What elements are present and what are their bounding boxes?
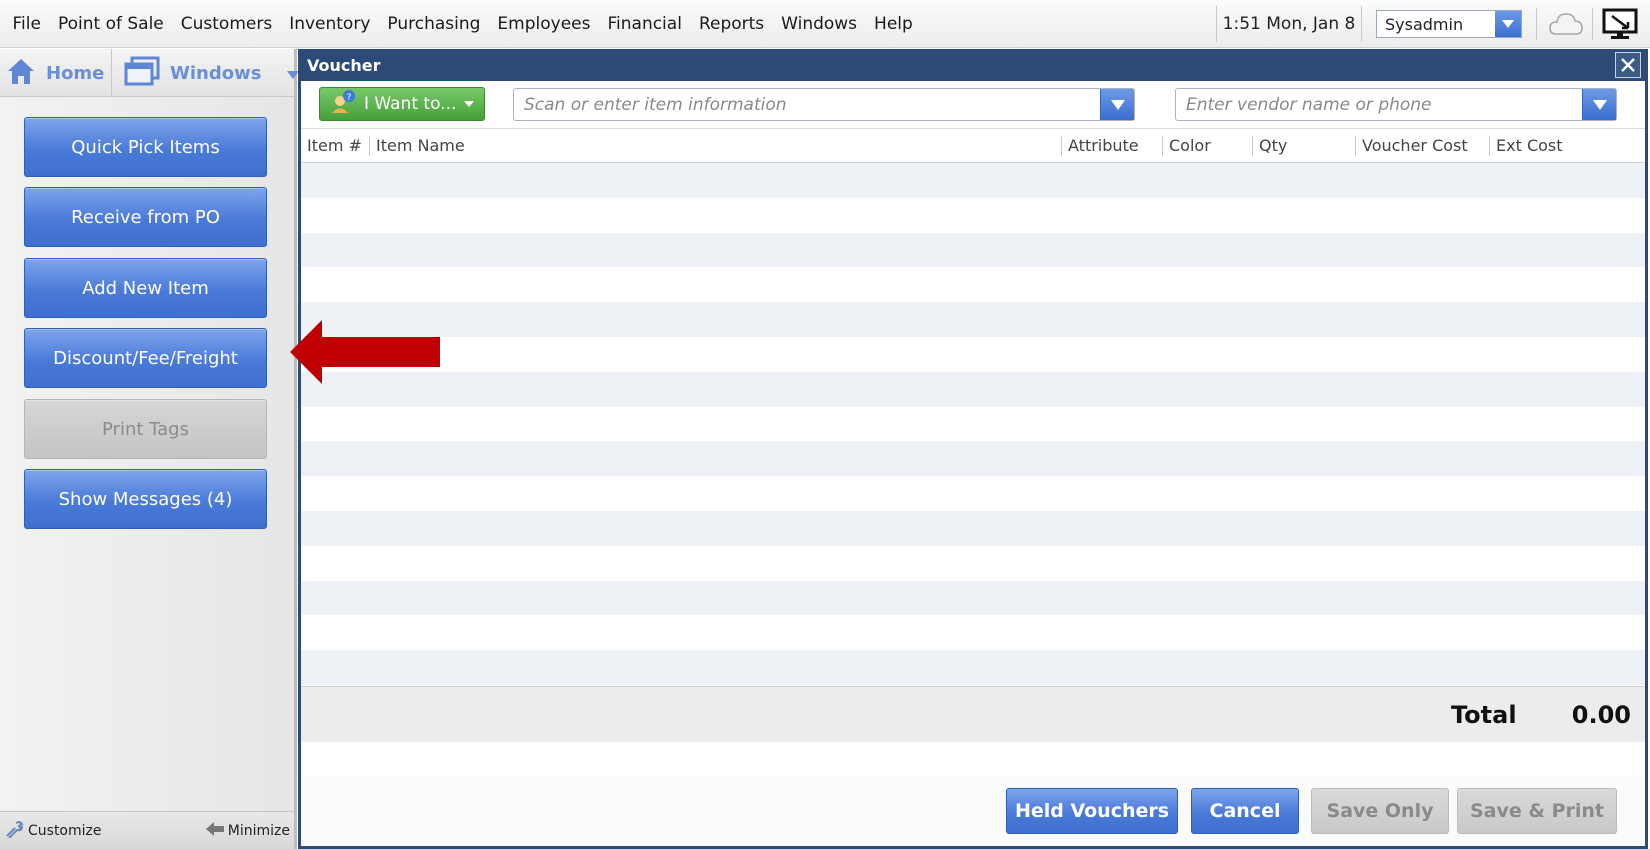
voucher-title: Voucher	[307, 55, 381, 75]
sidebar-footer: Customize Minimize	[0, 811, 294, 849]
minimize-label: Minimize	[227, 822, 290, 839]
table-row	[301, 406, 1645, 442]
table-row	[301, 476, 1645, 511]
menu-help[interactable]: Help	[866, 14, 922, 34]
column-qty[interactable]: Qty	[1252, 135, 1355, 156]
clock: 1:51 Mon, Jan 8	[1216, 6, 1362, 42]
column-item-number[interactable]: Item #	[301, 136, 369, 156]
grid-header: Item # Item Name Attribute Color Qty Vou…	[301, 129, 1645, 163]
cancel-button[interactable]: Cancel	[1191, 788, 1299, 834]
item-search-input[interactable]	[514, 89, 1100, 120]
tab-home[interactable]: Home	[0, 49, 112, 97]
menu-reports[interactable]: Reports	[690, 14, 772, 34]
caret-down-icon	[464, 101, 475, 107]
user-select[interactable]: Sysadmin	[1376, 10, 1522, 38]
close-icon[interactable]	[1615, 52, 1641, 78]
action-bar: Held Vouchers Cancel Save Only Save & Pr…	[301, 776, 1645, 846]
table-row	[301, 336, 1645, 372]
grid-body[interactable]	[301, 163, 1645, 686]
column-color[interactable]: Color	[1162, 135, 1252, 156]
divider	[1592, 8, 1593, 40]
menu-inventory[interactable]: Inventory	[281, 14, 379, 34]
user-help-icon: ?	[330, 89, 356, 119]
table-row	[301, 197, 1645, 233]
held-vouchers-button[interactable]: Held Vouchers	[1006, 788, 1178, 834]
windows-icon	[124, 56, 160, 91]
table-row	[301, 650, 1645, 685]
menu-purchasing[interactable]: Purchasing	[379, 14, 489, 34]
voucher-window: Voucher ? I Want to... Scan or enter ite…	[298, 49, 1648, 849]
receive-from-po-button[interactable]: Receive from PO	[24, 187, 267, 247]
sidebar-tabs: Home Windows	[0, 49, 300, 97]
table-row	[301, 371, 1645, 407]
show-messages-button[interactable]: Show Messages (4)	[24, 469, 267, 529]
table-row	[301, 510, 1645, 546]
table-row	[301, 302, 1645, 337]
item-search	[513, 88, 1135, 121]
customize-label: Customize	[28, 822, 102, 839]
discount-fee-freight-button[interactable]: Discount/Fee/Freight	[24, 328, 267, 388]
menu-point-of-sale[interactable]: Point of Sale	[49, 14, 172, 34]
tab-windows[interactable]: Windows	[112, 49, 300, 97]
minimize-button[interactable]: Minimize	[202, 821, 294, 840]
table-row	[301, 615, 1645, 651]
chevron-down-icon[interactable]	[1495, 11, 1521, 37]
column-ext-cost[interactable]: Ext Cost	[1489, 135, 1637, 156]
column-voucher-cost[interactable]: Voucher Cost	[1355, 135, 1489, 156]
total-value: 0.00	[1571, 701, 1631, 729]
add-new-item-button[interactable]: Add New Item	[24, 258, 267, 318]
i-want-to-label: I Want to...	[364, 94, 457, 114]
vendor-search	[1175, 88, 1617, 121]
chevron-down-icon[interactable]	[1582, 89, 1616, 120]
customize-button[interactable]: Customize	[0, 820, 106, 842]
menu-financial[interactable]: Financial	[599, 14, 690, 34]
main-menu: File Point of Sale Customers Inventory P…	[4, 0, 921, 48]
arrow-left-icon	[205, 821, 224, 840]
tab-windows-label: Windows	[170, 62, 262, 84]
voucher-toolbar: ? I Want to...	[301, 81, 1645, 129]
column-item-name[interactable]: Item Name	[369, 135, 1061, 156]
total-bar: Total 0.00	[301, 686, 1645, 742]
print-tags-button: Print Tags	[24, 399, 267, 459]
column-attribute[interactable]: Attribute	[1061, 135, 1162, 156]
menu-employees[interactable]: Employees	[489, 14, 599, 34]
table-row	[301, 580, 1645, 616]
vendor-search-input[interactable]	[1176, 89, 1582, 120]
menu-bar: File Point of Sale Customers Inventory P…	[0, 0, 1650, 48]
i-want-to-button[interactable]: ? I Want to...	[319, 87, 485, 121]
home-icon	[6, 57, 36, 90]
cloud-icon[interactable]	[1548, 10, 1584, 38]
table-row	[301, 441, 1645, 477]
save-print-button: Save & Print	[1457, 788, 1617, 834]
menu-customers[interactable]: Customers	[172, 14, 280, 34]
annotation-arrow	[290, 320, 440, 384]
voucher-title-bar: Voucher	[301, 49, 1645, 81]
divider	[1536, 8, 1537, 40]
save-only-button: Save Only	[1311, 788, 1449, 834]
menu-file[interactable]: File	[4, 14, 49, 34]
table-row	[301, 163, 1645, 198]
svg-text:?: ?	[347, 93, 352, 103]
monitor-icon[interactable]	[1602, 8, 1638, 40]
total-label: Total	[1451, 701, 1517, 729]
user-select-value: Sysadmin	[1385, 14, 1464, 34]
quick-pick-items-button[interactable]: Quick Pick Items	[24, 117, 267, 177]
sidebar: Home Windows Quick Pick Items Receive fr…	[0, 49, 300, 849]
table-row	[301, 267, 1645, 303]
table-row	[301, 545, 1645, 581]
wrench-icon	[4, 820, 24, 842]
table-row	[301, 232, 1645, 268]
menu-windows[interactable]: Windows	[773, 14, 866, 34]
chevron-down-icon[interactable]	[1100, 89, 1134, 120]
tab-home-label: Home	[46, 62, 105, 84]
